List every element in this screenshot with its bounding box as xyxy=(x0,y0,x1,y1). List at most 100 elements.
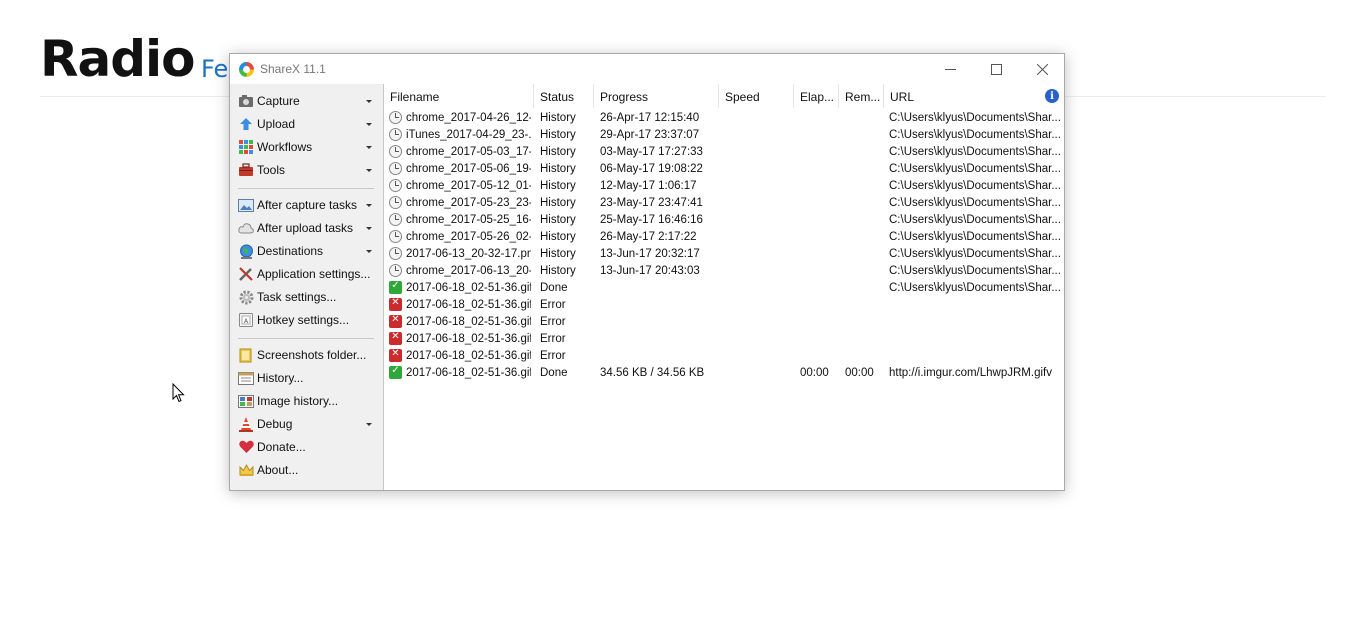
cell-status: History xyxy=(540,265,576,277)
cell-progress: 06-May-17 19:08:22 xyxy=(600,163,703,175)
menu-item-screenshots-folder[interactable]: Screenshots folder... xyxy=(230,344,384,366)
menu-label: Screenshots folder... xyxy=(257,348,367,362)
menu-item-tools[interactable]: Tools xyxy=(230,159,384,181)
cell-filename: chrome_2017-05-25_16-... xyxy=(406,214,531,226)
table-row[interactable]: chrome_2017-05-25_16-... History 25-May-17… xyxy=(385,212,1064,229)
error-x-icon: ✕ xyxy=(389,331,402,345)
column-divider[interactable] xyxy=(718,84,719,108)
menu-item-upload[interactable]: Upload xyxy=(230,113,384,135)
menu-item-about[interactable]: About... xyxy=(230,459,384,481)
menu-label: Task settings... xyxy=(257,290,337,304)
cell-filename: chrome_2017-05-23_23-... xyxy=(406,197,531,209)
menu-item-destinations[interactable]: Destinations xyxy=(230,240,384,262)
menu-item-hotkey-settings[interactable]: A Hotkey settings... xyxy=(230,309,384,331)
status-glyph: ✓ xyxy=(391,365,400,376)
minimize-button[interactable] xyxy=(927,54,973,84)
cone-icon xyxy=(238,416,254,432)
menu-item-task-settings[interactable]: Task settings... xyxy=(230,286,384,308)
column-divider[interactable] xyxy=(593,84,594,108)
table-row[interactable]: chrome_2017-06-13_20-... History 13-Jun-17… xyxy=(385,263,1064,280)
history-icon xyxy=(238,370,254,386)
menu-item-after-upload-tasks[interactable]: After upload tasks xyxy=(230,217,384,239)
table-row[interactable]: ✕ 2017-06-18_02-51-36.gif Error xyxy=(385,297,1064,314)
menu-item-after-capture-tasks[interactable]: After capture tasks xyxy=(230,194,384,216)
table-row[interactable]: chrome_2017-05-26_02-... History 26-May-17… xyxy=(385,229,1064,246)
menu-item-workflows[interactable]: Workflows xyxy=(230,136,384,158)
cell-status: History xyxy=(540,146,576,158)
column-header-status[interactable]: Status xyxy=(540,90,574,104)
info-icon[interactable]: i xyxy=(1045,89,1059,103)
gear-icon xyxy=(238,289,254,305)
menu-item-donate[interactable]: Donate... xyxy=(230,436,384,458)
cell-remaining: 00:00 xyxy=(845,367,874,379)
maximize-button[interactable] xyxy=(973,54,1019,84)
submenu-arrow-icon xyxy=(366,123,372,126)
submenu-arrow-icon xyxy=(366,227,372,230)
menu-separator xyxy=(238,338,374,339)
maximize-icon xyxy=(990,63,1002,75)
table-row[interactable]: ✕ 2017-06-18_02-51-36.gif Error xyxy=(385,314,1064,331)
table-row[interactable]: ✕ 2017-06-18_02-51-36.gif Error xyxy=(385,348,1064,365)
status-glyph: ✕ xyxy=(391,331,400,342)
menu-item-capture[interactable]: Capture xyxy=(230,90,384,112)
table-row[interactable]: iTunes_2017-04-29_23-... History 29-Apr-17… xyxy=(385,127,1064,144)
cell-filename: chrome_2017-05-03_17-... xyxy=(406,146,531,158)
cell-url: C:\Users\klyus\Documents\Shar... xyxy=(889,214,1061,226)
table-row[interactable]: chrome_2017-05-06_19-... History 06-May-17… xyxy=(385,161,1064,178)
menu-item-image-history[interactable]: Image history... xyxy=(230,390,384,412)
menu-item-history[interactable]: History... xyxy=(230,367,384,389)
column-divider[interactable] xyxy=(793,84,794,108)
column-header-remaining[interactable]: Rem... xyxy=(845,90,880,104)
table-row[interactable]: chrome_2017-05-03_17-... History 03-May-17… xyxy=(385,144,1064,161)
column-header-progress[interactable]: Progress xyxy=(600,90,648,104)
cell-status: History xyxy=(540,180,576,192)
table-row[interactable]: chrome_2017-05-23_23-... History 23-May-17… xyxy=(385,195,1064,212)
menu-item-application-settings[interactable]: Application settings... xyxy=(230,263,384,285)
cell-filename: 2017-06-18_02-51-36.gif xyxy=(406,367,531,379)
column-header-url[interactable]: URL xyxy=(890,90,914,104)
cell-filename: chrome_2017-05-06_19-... xyxy=(406,163,531,175)
grid-icon xyxy=(238,139,254,155)
checkmark-icon: ✓ xyxy=(389,365,402,379)
upload-arrow-icon xyxy=(238,116,254,132)
image-history-icon xyxy=(238,393,254,409)
folder-icon xyxy=(238,347,254,363)
cell-status: History xyxy=(540,214,576,226)
clock-icon xyxy=(389,230,402,243)
column-header-elapsed[interactable]: Elap... xyxy=(800,90,834,104)
cell-url: C:\Users\klyus\Documents\Shar... xyxy=(889,163,1061,175)
minimize-icon xyxy=(944,68,956,70)
status-glyph: ✓ xyxy=(391,280,400,291)
table-row[interactable]: 2017-06-13_20-32-17.png History 13-Jun-17 … xyxy=(385,246,1064,263)
menu-label: Capture xyxy=(257,94,300,108)
menu-item-debug[interactable]: Debug xyxy=(230,413,384,435)
cell-progress: 26-Apr-17 12:15:40 xyxy=(600,112,700,124)
cell-filename: chrome_2017-05-12_01-... xyxy=(406,180,531,192)
table-row[interactable]: ✓ 2017-06-18_02-51-36.gif Done C:\Users\kly… xyxy=(385,280,1064,297)
clock-icon xyxy=(389,162,402,175)
page-heading: Radio xyxy=(40,30,196,88)
column-divider[interactable] xyxy=(883,84,884,108)
table-row[interactable]: ✓ 2017-06-18_02-51-36.gif Done 34.56 KB / 3… xyxy=(385,365,1064,382)
cell-url: C:\Users\klyus\Documents\Shar... xyxy=(889,248,1061,260)
column-header-filename[interactable]: Filename xyxy=(390,90,439,104)
keyboard-icon: A xyxy=(238,312,254,328)
column-divider[interactable] xyxy=(533,84,534,108)
submenu-arrow-icon xyxy=(366,250,372,253)
main-menu: Capture Upload Workflows Tools After cap… xyxy=(230,84,384,490)
column-divider[interactable] xyxy=(838,84,839,108)
status-glyph: ✕ xyxy=(391,314,400,325)
table-row[interactable]: chrome_2017-04-26_12-... History 26-Apr-17… xyxy=(385,110,1064,127)
cell-filename: 2017-06-18_02-51-36.gif xyxy=(406,282,531,294)
column-header-speed[interactable]: Speed xyxy=(725,90,760,104)
cell-filename: 2017-06-18_02-51-36.gif xyxy=(406,316,531,328)
title-bar[interactable]: ShareX 11.1 xyxy=(230,54,1064,84)
cell-status: Error xyxy=(540,333,566,345)
close-button[interactable] xyxy=(1019,54,1064,84)
submenu-arrow-icon xyxy=(366,423,372,426)
cell-status: History xyxy=(540,112,576,124)
table-row[interactable]: chrome_2017-05-12_01-... History 12-May-17… xyxy=(385,178,1064,195)
task-list[interactable]: Filename Status Progress Speed Elap... R… xyxy=(385,84,1064,490)
table-row[interactable]: ✕ 2017-06-18_02-51-36.gif Error xyxy=(385,331,1064,348)
cell-progress: 12-May-17 1:06:17 xyxy=(600,180,697,192)
